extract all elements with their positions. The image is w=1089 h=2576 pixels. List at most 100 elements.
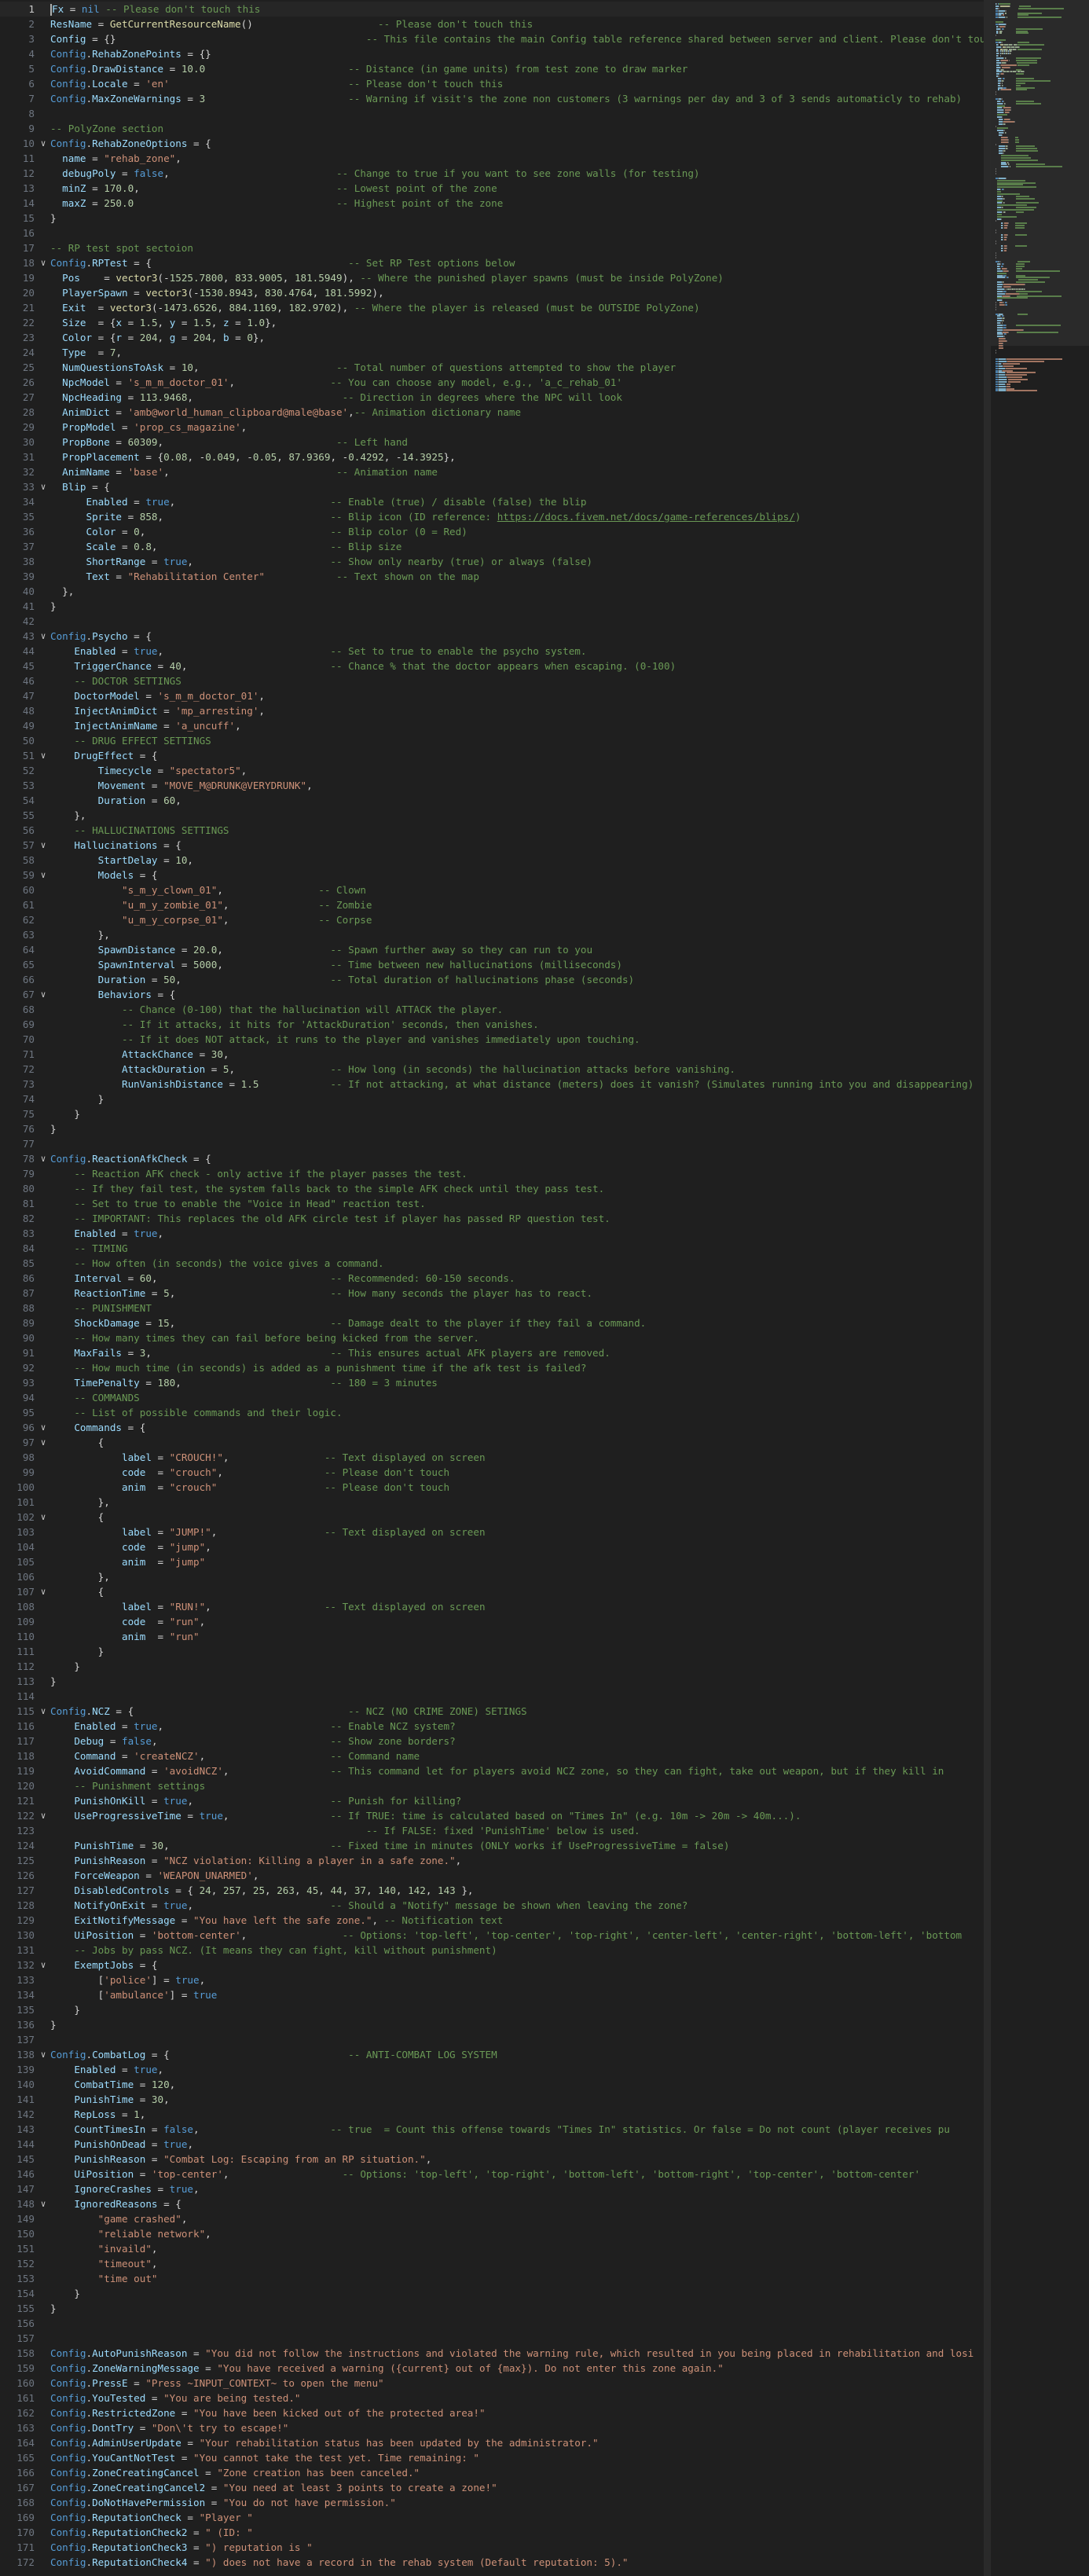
code-line[interactable]: 124 PunishTime = 30, -- Fixed time in mi… bbox=[0, 1838, 990, 1853]
code-line[interactable]: 84 -- TIMING bbox=[0, 1241, 990, 1256]
code-line[interactable]: 77 bbox=[0, 1136, 990, 1151]
code-line[interactable]: 18 ∨ Config.RPTest = { -- Set RP Test opti… bbox=[0, 255, 990, 270]
code-line[interactable]: 92 -- How much time (in seconds) is adde… bbox=[0, 1360, 990, 1375]
code-line[interactable]: 26 NpcModel = 's_m_m_doctor_01', -- You … bbox=[0, 375, 990, 390]
code-line[interactable]: 151 "invaild", bbox=[0, 2241, 990, 2256]
code-line[interactable]: 14 maxZ = 250.0 -- Highest point of the … bbox=[0, 196, 990, 211]
code-line[interactable]: 22 Size = {x = 1.5, y = 1.5, z = 1.0}, bbox=[0, 315, 990, 330]
code-line[interactable]: 41} bbox=[0, 599, 990, 614]
code-line[interactable]: 113} bbox=[0, 1674, 990, 1689]
code-line[interactable]: 136} bbox=[0, 2017, 990, 2032]
code-line[interactable]: 167 Config.ZoneCreatingCancel2 = "You nee… bbox=[0, 2480, 990, 2495]
code-line[interactable]: 23 Color = {r = 204, g = 204, b = 0}, bbox=[0, 330, 990, 345]
code-line[interactable]: 94 -- COMMANDS bbox=[0, 1390, 990, 1405]
code-line[interactable]: 56 -- HALLUCINATIONS SETTINGS bbox=[0, 823, 990, 838]
code-line[interactable]: 7 Config.MaxZoneWarnings = 3 -- Warning i… bbox=[0, 91, 990, 106]
code-line[interactable]: 133 ['police'] = true, bbox=[0, 1972, 990, 1987]
code-line[interactable]: 47 DoctorModel = 's_m_m_doctor_01', bbox=[0, 688, 990, 703]
code-line[interactable]: 140 CombatTime = 120, bbox=[0, 2077, 990, 2092]
code-line[interactable]: 5 Config.DrawDistance = 10.0 -- Distance … bbox=[0, 61, 990, 76]
code-line[interactable]: 63 }, bbox=[0, 927, 990, 942]
code-line[interactable]: 79 -- Reaction AFK check - only active i… bbox=[0, 1166, 990, 1181]
code-line[interactable]: 149 "game crashed", bbox=[0, 2211, 990, 2226]
code-line[interactable]: 155} bbox=[0, 2301, 990, 2316]
code-line[interactable]: 125 PunishReason = "NCZ violation: Killi… bbox=[0, 1853, 990, 1868]
code-line[interactable]: 16 bbox=[0, 226, 990, 240]
code-line[interactable]: 157 bbox=[0, 2331, 990, 2346]
code-line[interactable]: 121 PunishOnKill = true, -- Punish for k… bbox=[0, 1793, 990, 1808]
code-line[interactable]: 55 }, bbox=[0, 808, 990, 823]
code-line[interactable]: 37 Scale = 0.8, -- Blip size bbox=[0, 539, 990, 554]
code-line[interactable]: 73 RunVanishDistance = 1.5 -- If not att… bbox=[0, 1077, 990, 1092]
fold-chevron-icon[interactable]: ∨ bbox=[38, 1584, 49, 1599]
code-line[interactable]: 38 ShortRange = true, -- Show only nearb… bbox=[0, 554, 990, 569]
fold-chevron-icon[interactable]: ∨ bbox=[38, 1958, 49, 1972]
code-line[interactable]: 171 Config.ReputationCheck3 = ") reputati… bbox=[0, 2540, 990, 2555]
code-line[interactable]: 137 bbox=[0, 2032, 990, 2047]
code-line[interactable]: 65 SpawnInterval = 5000, -- Time between… bbox=[0, 957, 990, 972]
code-line[interactable]: 138 ∨ Config.CombatLog = { -- ANTI-COMBAT … bbox=[0, 2047, 990, 2062]
code-line[interactable]: 97 ∨ { bbox=[0, 1435, 990, 1450]
code-line[interactable]: 64 SpawnDistance = 20.0, -- Spawn furthe… bbox=[0, 942, 990, 957]
fold-chevron-icon[interactable]: ∨ bbox=[38, 136, 49, 151]
code-line[interactable]: 10 ∨ Config.RehabZoneOptions = { bbox=[0, 136, 990, 151]
code-line[interactable]: 162 Config.RestrictedZone = "You have bee… bbox=[0, 2405, 990, 2420]
code-line[interactable]: 3 Config = {} -- This file contains the m… bbox=[0, 31, 990, 46]
code-line[interactable]: 82 -- IMPORTANT: This replaces the old A… bbox=[0, 1211, 990, 1226]
fold-chevron-icon[interactable]: ∨ bbox=[38, 1808, 49, 1823]
code-line[interactable]: 42 bbox=[0, 614, 990, 629]
code-line[interactable]: 51 ∨ DrugEffect = { bbox=[0, 748, 990, 763]
code-line[interactable]: 87 ReactionTime = 5, -- How many seconds… bbox=[0, 1286, 990, 1301]
code-line[interactable]: 90 -- How many times they can fail befor… bbox=[0, 1330, 990, 1345]
code-line[interactable]: 34 Enabled = true, -- Enable (true) / di… bbox=[0, 494, 990, 509]
fold-chevron-icon[interactable]: ∨ bbox=[38, 479, 49, 494]
code-line[interactable]: 1 Fx = nil -- Please don't touch this bbox=[0, 2, 990, 17]
code-line[interactable]: 93 TimePenalty = 180, -- 180 = 3 minutes bbox=[0, 1375, 990, 1390]
code-line[interactable]: 115 ∨ Config.NCZ = { -- NCZ (NO CRIME ZONE… bbox=[0, 1704, 990, 1719]
code-line[interactable]: 101 }, bbox=[0, 1495, 990, 1510]
vertical-scrollbar[interactable] bbox=[984, 0, 990, 2576]
code-line[interactable]: 99 code = "crouch", -- Please don't touc… bbox=[0, 1465, 990, 1480]
code-line[interactable]: 69 -- If it attacks, it hits for 'Attack… bbox=[0, 1017, 990, 1032]
code-line[interactable]: 68 -- Chance (0-100) that the hallucinat… bbox=[0, 1002, 990, 1017]
code-line[interactable]: 21 Exit = vector3(-1473.6526, 884.1169, … bbox=[0, 300, 990, 315]
fold-chevron-icon[interactable]: ∨ bbox=[38, 1704, 49, 1719]
code-line[interactable]: 130 UiPosition = 'bottom-center', -- Opt… bbox=[0, 1928, 990, 1943]
code-line[interactable]: 45 TriggerChance = 40, -- Chance % that … bbox=[0, 659, 990, 673]
code-line[interactable]: 2 ResName = GetCurrentResourceName() -- P… bbox=[0, 17, 990, 31]
minimap[interactable] bbox=[990, 0, 1089, 2576]
code-line[interactable]: 143 CountTimesIn = false, -- true = Coun… bbox=[0, 2122, 990, 2137]
code-line[interactable]: 134 ['ambulance'] = true bbox=[0, 1987, 990, 2002]
code-line[interactable]: 59 ∨ Models = { bbox=[0, 868, 990, 883]
code-line[interactable]: 29 PropModel = 'prop_cs_magazine', bbox=[0, 420, 990, 435]
fold-chevron-icon[interactable]: ∨ bbox=[38, 868, 49, 883]
code-line[interactable]: 116 Enabled = true, -- Enable NCZ system… bbox=[0, 1719, 990, 1734]
code-line[interactable]: 81 -- Set to true to enable the "Voice i… bbox=[0, 1196, 990, 1211]
code-line[interactable]: 152 "timeout", bbox=[0, 2256, 990, 2271]
code-line[interactable]: 144 PunishOnDead = true, bbox=[0, 2137, 990, 2152]
code-line[interactable]: 31 PropPlacement = {0.08, -0.049, -0.05,… bbox=[0, 450, 990, 464]
code-line[interactable]: 44 Enabled = true, -- Set to true to ena… bbox=[0, 644, 990, 659]
code-line[interactable]: 147 IgnoreCrashes = true, bbox=[0, 2182, 990, 2196]
code-line[interactable]: 111 } bbox=[0, 1644, 990, 1659]
code-line[interactable]: 159 Config.ZoneWarningMessage = "You have… bbox=[0, 2361, 990, 2376]
code-line[interactable]: 139 Enabled = true, bbox=[0, 2062, 990, 2077]
code-line[interactable]: 39 Text = "Rehabilitation Center" -- Tex… bbox=[0, 569, 990, 584]
code-line[interactable]: 78 ∨ Config.ReactionAfkCheck = { bbox=[0, 1151, 990, 1166]
fold-chevron-icon[interactable]: ∨ bbox=[38, 2047, 49, 2062]
code-line[interactable]: 169 Config.ReputationCheck = "Player " bbox=[0, 2510, 990, 2525]
code-line[interactable]: 135 } bbox=[0, 2002, 990, 2017]
code-line[interactable]: 70 -- If it does NOT attack, it runs to … bbox=[0, 1032, 990, 1047]
code-line[interactable]: 6 Config.Locale = 'en' -- Please don't to… bbox=[0, 76, 990, 91]
fold-chevron-icon[interactable]: ∨ bbox=[38, 1435, 49, 1450]
code-line[interactable]: 110 anim = "run" bbox=[0, 1629, 990, 1644]
code-line[interactable]: 165 Config.YouCantNotTest = "You cannot t… bbox=[0, 2450, 990, 2465]
code-line[interactable]: 58 StartDelay = 10, bbox=[0, 853, 990, 868]
code-line[interactable]: 76} bbox=[0, 1121, 990, 1136]
code-line[interactable]: 75 } bbox=[0, 1106, 990, 1121]
code-line[interactable]: 129 ExitNotifyMessage = "You have left t… bbox=[0, 1913, 990, 1928]
code-line[interactable]: 35 Sprite = 858, -- Blip icon (ID refere… bbox=[0, 509, 990, 524]
code-line[interactable]: 146 UiPosition = 'top-center', -- Option… bbox=[0, 2167, 990, 2182]
code-line[interactable]: 168 Config.DoNotHavePermission = "You do … bbox=[0, 2495, 990, 2510]
code-line[interactable]: 33 ∨ Blip = { bbox=[0, 479, 990, 494]
